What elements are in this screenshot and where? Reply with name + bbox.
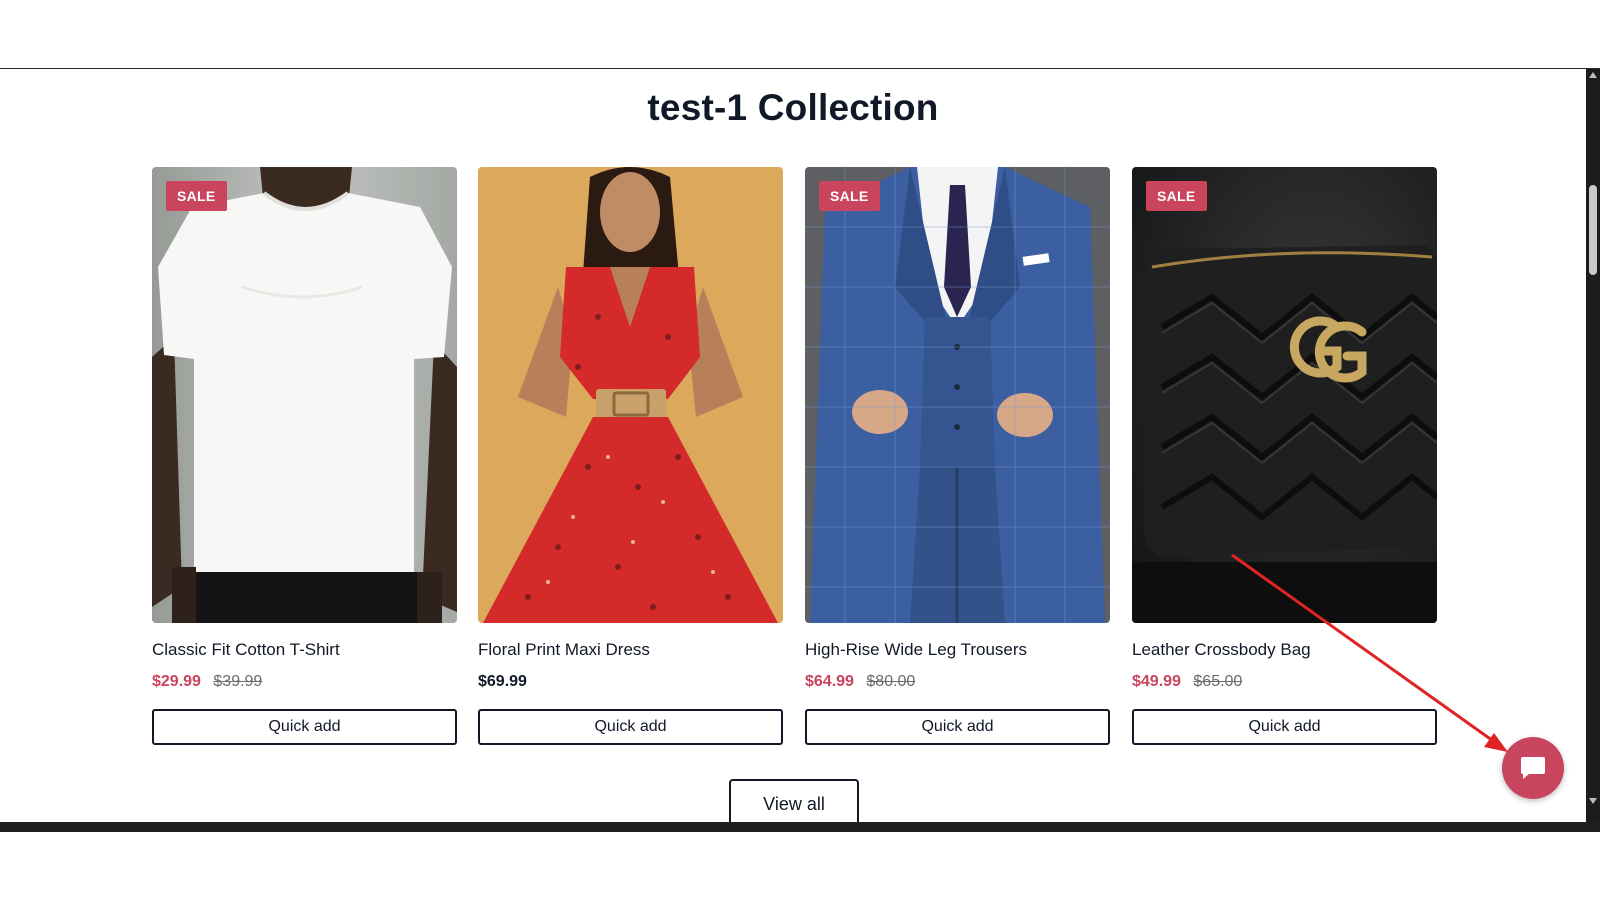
product-image[interactable]: SALE [805,167,1110,623]
product-image[interactable] [478,167,783,623]
product-title[interactable]: Floral Print Maxi Dress [478,639,783,661]
collection-title: test-1 Collection [647,87,939,128]
sale-price: $29.99 [152,673,201,690]
sale-price: $49.99 [1132,673,1181,690]
page-viewport: test-1 Collection SALE Classic Fit Cotto… [0,69,1586,822]
scroll-up-arrow-icon[interactable] [1589,72,1597,78]
sale-price: $64.99 [805,673,854,690]
product-image[interactable]: SALE [1132,167,1437,623]
bottom-blank-area [0,832,1600,900]
tshirt-photo [152,167,457,623]
quick-add-button[interactable]: Quick add [805,709,1110,745]
product-image[interactable]: SALE [152,167,457,623]
product-card[interactable]: SALE High-Rise Wide Leg Trousers $64.99 … [805,167,1110,745]
quick-add-button[interactable]: Quick add [1132,709,1437,745]
price-row: $64.99 $80.00 [805,671,1110,693]
top-blank-area [0,0,1600,68]
sale-badge: SALE [166,181,227,211]
product-title[interactable]: Classic Fit Cotton T-Shirt [152,639,457,661]
product-card[interactable]: Floral Print Maxi Dress $69.99 Quick add [478,167,783,745]
price-row: $69.99 [478,671,783,693]
vertical-scrollbar[interactable] [1586,69,1600,822]
price-row: $49.99 $65.00 [1132,671,1437,693]
product-card[interactable]: SALE Classic Fit Cotton T-Shirt $29.99 $… [152,167,457,745]
sale-badge: SALE [819,181,880,211]
quick-add-button[interactable]: Quick add [152,709,457,745]
compare-price: $65.00 [1193,673,1243,690]
chat-bubble-icon [1521,757,1545,779]
quick-add-button[interactable]: Quick add [478,709,783,745]
product-card[interactable]: SALE Leather Crossbody Bag $49.99 $65.00… [1132,167,1437,745]
price-row: $29.99 $39.99 [152,671,457,693]
product-title[interactable]: Leather Crossbody Bag [1132,639,1437,661]
product-title[interactable]: High-Rise Wide Leg Trousers [805,639,1110,661]
taskbar-strip [0,822,1600,832]
bag-photo [1132,167,1437,623]
suit-photo [805,167,1110,623]
chat-widget-button[interactable] [1502,737,1564,799]
compare-price: $80.00 [866,673,916,690]
scrollbar-thumb[interactable] [1589,185,1597,275]
sale-badge: SALE [1146,181,1207,211]
scroll-down-arrow-icon[interactable] [1589,798,1597,804]
view-all-button[interactable]: View all [729,779,859,822]
compare-price: $39.99 [213,673,263,690]
regular-price: $69.99 [478,673,527,690]
dress-photo [478,167,783,623]
